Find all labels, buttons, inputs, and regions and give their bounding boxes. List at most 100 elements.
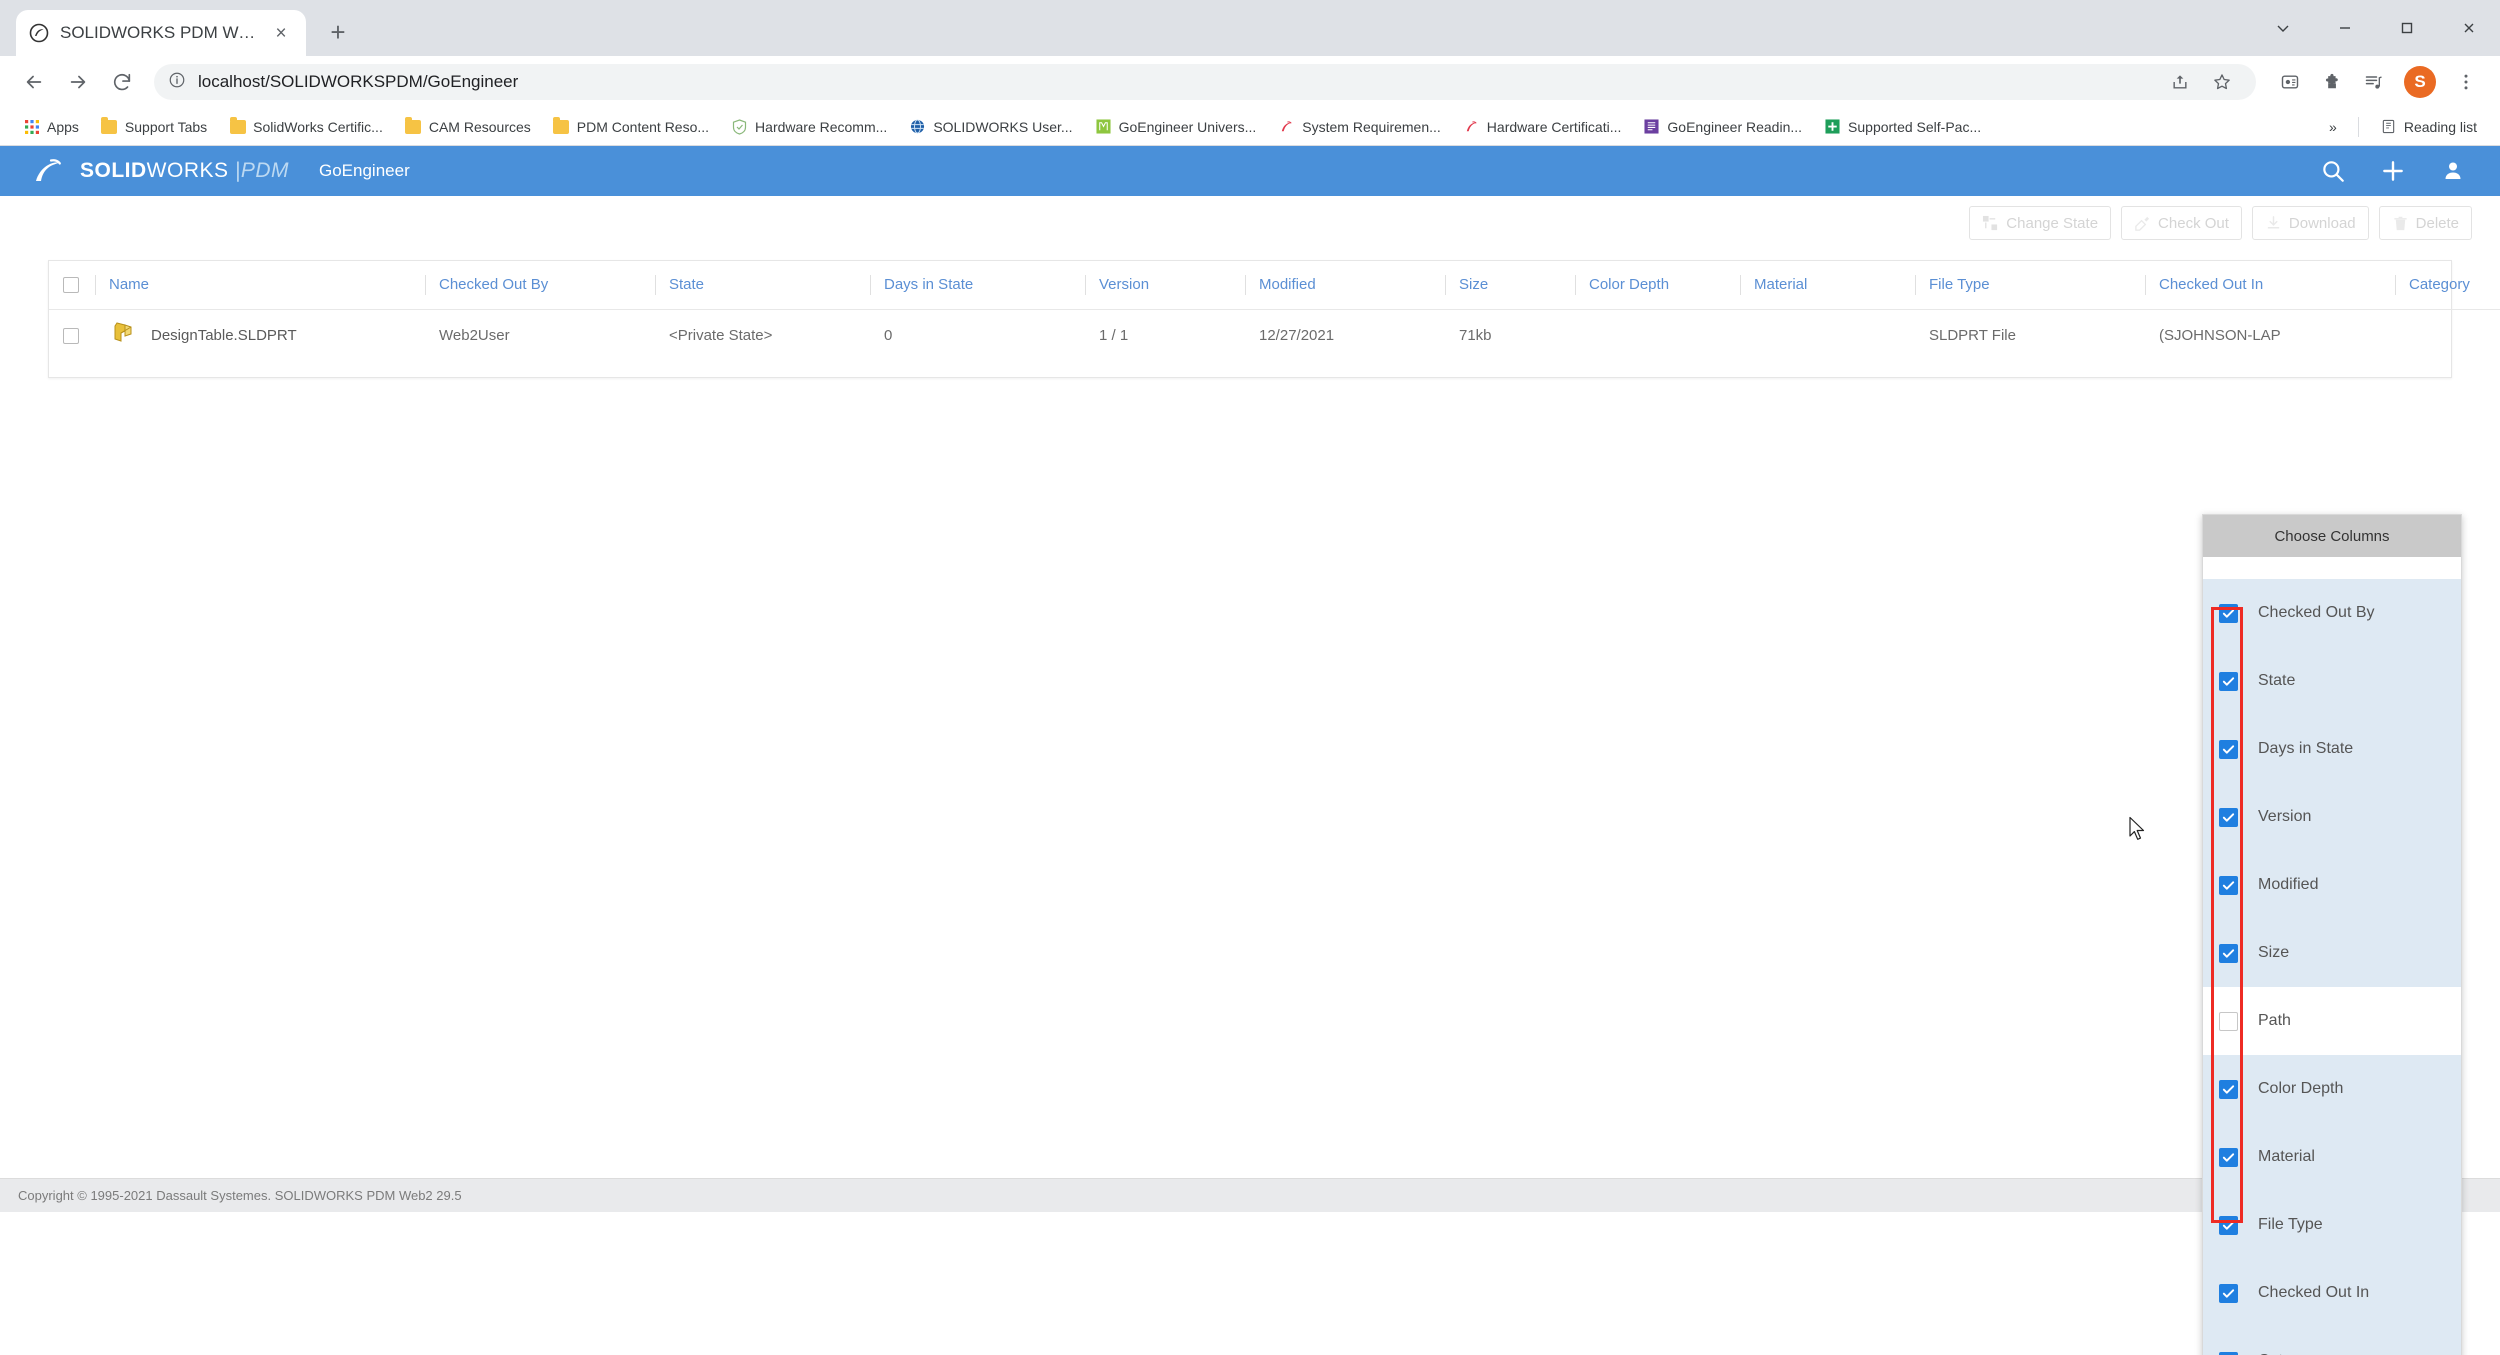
- column-header-material[interactable]: Material: [1740, 261, 1915, 310]
- choose-columns-item-checked-out-by[interactable]: Checked Out By: [2203, 579, 2461, 647]
- table-row[interactable]: DesignTable.SLDPRT Web2User <Private Sta…: [49, 309, 2500, 361]
- item-label: Version: [2258, 808, 2312, 825]
- choose-columns-item-checked-out-in[interactable]: Checked Out In: [2203, 1259, 2461, 1327]
- cell-checked-out-in: (SJOHNSON-LAP: [2159, 326, 2281, 344]
- reading-list-button[interactable]: Reading list: [2371, 114, 2486, 139]
- kebab-menu-icon[interactable]: [2446, 62, 2486, 102]
- bookmark-item[interactable]: PDM Content Reso...: [544, 114, 718, 139]
- bookmark-label: SolidWorks Certific...: [253, 118, 383, 135]
- column-header-size[interactable]: Size: [1445, 261, 1575, 310]
- divider: [2357, 116, 2359, 137]
- choose-columns-item-path[interactable]: Path: [2203, 987, 2461, 1055]
- checkbox-checked-icon[interactable]: [2219, 1147, 2238, 1167]
- checkbox-checked-icon[interactable]: [2219, 1079, 2238, 1099]
- brand[interactable]: SOLIDWORKS |PDM: [32, 157, 289, 185]
- address-bar-url[interactable]: localhost/SOLIDWORKSPDM/GoEngineer: [198, 72, 518, 92]
- bookmark-label: Support Tabs: [124, 118, 208, 135]
- column-header-modified[interactable]: Modified: [1245, 261, 1445, 310]
- add-icon[interactable]: [2378, 156, 2408, 186]
- column-header-version[interactable]: Version: [1085, 261, 1245, 310]
- search-icon[interactable]: [2318, 156, 2348, 186]
- column-header-name[interactable]: Name: [95, 261, 425, 310]
- apps-grid-icon: [23, 118, 40, 135]
- column-header-category[interactable]: Category: [2395, 261, 2500, 310]
- checkbox-unchecked-icon[interactable]: [2219, 1011, 2238, 1031]
- choose-columns-item-category[interactable]: Category: [2203, 1327, 2461, 1355]
- address-bar[interactable]: localhost/SOLIDWORKSPDM/GoEngineer: [154, 64, 2256, 100]
- user-icon[interactable]: [2438, 156, 2468, 186]
- reading-list-icon[interactable]: [2354, 62, 2394, 102]
- minimize-icon[interactable]: [2314, 8, 2376, 48]
- checkbox-checked-icon[interactable]: [2219, 1351, 2238, 1355]
- bookmarks-overflow-button[interactable]: »: [2320, 115, 2346, 139]
- choose-columns-item-material[interactable]: Material: [2203, 1123, 2461, 1191]
- column-header-days-in-state[interactable]: Days in State: [870, 261, 1085, 310]
- choose-columns-item-days-in-state[interactable]: Days in State: [2203, 715, 2461, 783]
- share-icon[interactable]: [2160, 62, 2200, 102]
- avatar[interactable]: S: [2404, 66, 2436, 98]
- bookmark-label: Supported Self-Pac...: [1848, 118, 1982, 135]
- checkbox-checked-icon[interactable]: [2219, 1283, 2238, 1303]
- row-checkbox-cell[interactable]: [49, 309, 95, 361]
- checkbox-checked-icon[interactable]: [2219, 739, 2238, 759]
- forward-icon[interactable]: [58, 62, 98, 102]
- checkbox-checked-icon[interactable]: [2219, 875, 2238, 895]
- column-header-color-depth[interactable]: Color Depth: [1575, 261, 1740, 310]
- choose-columns-item-size[interactable]: Size: [2203, 919, 2461, 987]
- row-checkbox[interactable]: [63, 327, 79, 344]
- choose-columns-title: Choose Columns: [2203, 515, 2461, 557]
- media-control-icon[interactable]: [2270, 62, 2310, 102]
- column-header-checked-out-in[interactable]: Checked Out In: [2145, 261, 2395, 310]
- column-header-checked-out-by[interactable]: Checked Out By: [425, 261, 655, 310]
- info-circle-icon[interactable]: [168, 71, 186, 94]
- bookmark-item[interactable]: System Requiremen...: [1269, 114, 1450, 139]
- chevron-down-icon[interactable]: [2252, 8, 2314, 48]
- bookmark-item[interactable]: GoEngineer Readin...: [1634, 114, 1811, 139]
- maximize-icon[interactable]: [2376, 8, 2438, 48]
- choose-columns-item-state[interactable]: State: [2203, 647, 2461, 715]
- extensions-puzzle-icon[interactable]: [2312, 62, 2352, 102]
- bookmark-item[interactable]: SolidWorks Certific...: [220, 114, 392, 139]
- reload-icon[interactable]: [102, 62, 142, 102]
- new-tab-button[interactable]: +: [318, 12, 358, 52]
- download-button[interactable]: Download: [2251, 206, 2369, 240]
- bookmark-item[interactable]: SOLIDWORKS User...: [900, 114, 1081, 139]
- back-icon[interactable]: [14, 62, 54, 102]
- close-icon[interactable]: ×: [268, 20, 294, 46]
- column-header-file-type[interactable]: File Type: [1915, 261, 2145, 310]
- choose-columns-item-color-depth[interactable]: Color Depth: [2203, 1055, 2461, 1123]
- checkbox-checked-icon[interactable]: [2219, 671, 2238, 691]
- action-toolbar: Change State Check Out Download Delete: [0, 196, 2500, 250]
- change-state-button[interactable]: Change State: [1969, 206, 2112, 240]
- choose-columns-item-version[interactable]: Version: [2203, 783, 2461, 851]
- close-window-icon[interactable]: [2438, 8, 2500, 48]
- shield-icon: [731, 118, 748, 135]
- bookmark-item[interactable]: Support Tabs: [92, 114, 216, 139]
- select-all-checkbox[interactable]: [63, 277, 79, 294]
- check-out-button[interactable]: Check Out: [2121, 206, 2242, 240]
- table-header-row: Name Checked Out By State Days in State …: [49, 261, 2500, 310]
- checkbox-checked-icon[interactable]: [2219, 943, 2238, 963]
- browser-tab[interactable]: SOLIDWORKS PDM Web2 ×: [16, 10, 306, 56]
- bookmark-item[interactable]: CAM Resources: [396, 114, 540, 139]
- column-header-state[interactable]: State: [655, 261, 870, 310]
- solidworks-icon: [28, 22, 50, 44]
- select-all-checkbox-cell[interactable]: [49, 261, 95, 310]
- delete-button[interactable]: Delete: [2378, 206, 2472, 240]
- bookmark-item[interactable]: Hardware Certificati...: [1454, 114, 1631, 139]
- bookmark-label: SOLIDWORKS User...: [933, 118, 1073, 135]
- vault-name[interactable]: GoEngineer: [319, 161, 410, 181]
- checkbox-checked-icon[interactable]: [2219, 1215, 2238, 1235]
- cell-name[interactable]: DesignTable.SLDPRT: [95, 309, 425, 361]
- delete-label: Delete: [2415, 214, 2459, 232]
- cell-state: <Private State>: [669, 326, 773, 344]
- bookmark-apps[interactable]: Apps: [14, 114, 88, 139]
- checkbox-checked-icon[interactable]: [2219, 807, 2238, 827]
- bookmark-item[interactable]: GoEngineer Univers...: [1086, 114, 1266, 139]
- choose-columns-item-modified[interactable]: Modified: [2203, 851, 2461, 919]
- bookmark-item[interactable]: Supported Self-Pac...: [1815, 114, 1990, 139]
- choose-columns-item-file-type[interactable]: File Type: [2203, 1191, 2461, 1259]
- star-icon[interactable]: [2202, 62, 2242, 102]
- bookmark-item[interactable]: Hardware Recomm...: [722, 114, 896, 139]
- checkbox-checked-icon[interactable]: [2219, 603, 2238, 623]
